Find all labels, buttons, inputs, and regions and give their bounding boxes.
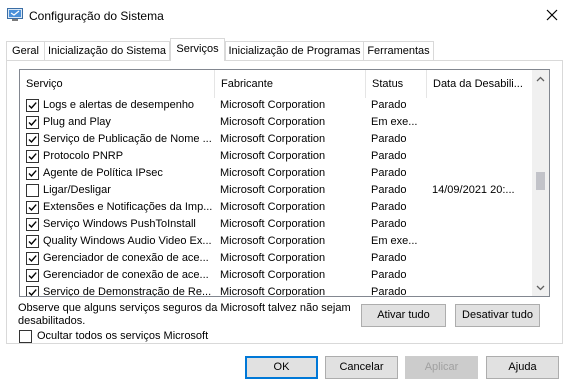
service-name: Plug and Play: [43, 116, 111, 128]
scroll-down-button[interactable]: [532, 279, 549, 296]
title-bar: Configuração do Sistema: [0, 0, 570, 33]
vertical-scrollbar[interactable]: [532, 70, 549, 296]
service-manufacturer: Microsoft Corporation: [220, 218, 326, 230]
column-header-date-disabled[interactable]: Data da Desabili...: [426, 70, 527, 98]
ms-services-note: Observe que alguns serviços seguros da M…: [18, 302, 351, 327]
service-name: Agente de Política IPsec: [43, 167, 163, 179]
service-manufacturer: Microsoft Corporation: [220, 184, 326, 196]
close-icon: [546, 9, 558, 24]
service-checkbox[interactable]: [26, 286, 39, 296]
service-name: Gerenciador de conexão de ace...: [43, 252, 209, 264]
service-name: Ligar/Desligar: [43, 184, 111, 196]
list-item[interactable]: Gerenciador de conexão de ace... Microsof…: [20, 267, 532, 284]
service-status: Parado: [371, 167, 407, 179]
service-status: Parado: [371, 286, 407, 297]
list-item[interactable]: Protocolo PNRP Microsoft Corporation Parad…: [20, 148, 532, 165]
service-name: Gerenciador de conexão de ace...: [43, 269, 209, 281]
tab-strip: Geral Inicialização do Sistema Serviços …: [0, 38, 570, 61]
list-item[interactable]: Serviço de Publicação de Nome ... Microso…: [20, 131, 532, 148]
service-name: Extensões e Notificações da Imp...: [43, 201, 213, 213]
service-checkbox[interactable]: [26, 167, 39, 180]
service-manufacturer: Microsoft Corporation: [220, 167, 326, 179]
list-item[interactable]: Logs e alertas de desempenho Microsoft Co…: [20, 97, 532, 114]
tab-inicializacao-programas[interactable]: Inicialização de Programas: [225, 41, 364, 60]
list-item[interactable]: Plug and Play Microsoft Corporation Em exe…: [20, 114, 532, 131]
service-checkbox[interactable]: [26, 184, 39, 197]
apply-button[interactable]: Aplicar: [405, 356, 478, 379]
service-checkbox[interactable]: [26, 235, 39, 248]
service-manufacturer: Microsoft Corporation: [220, 133, 326, 145]
tab-geral[interactable]: Geral: [6, 41, 45, 60]
tab-servicos[interactable]: Serviços: [170, 38, 225, 61]
service-checkbox[interactable]: [26, 150, 39, 163]
service-checkbox[interactable]: [26, 269, 39, 282]
ok-button[interactable]: OK: [245, 356, 318, 379]
disable-all-button[interactable]: Desativar tudo: [455, 304, 540, 327]
close-button[interactable]: [540, 5, 564, 27]
service-name: Quality Windows Audio Video Ex...: [43, 235, 212, 247]
service-status: Em exe...: [371, 116, 418, 128]
list-header: Serviço Fabricante Status Data da Desabi…: [20, 70, 532, 98]
service-status: Parado: [371, 99, 407, 111]
service-name: Serviço de Publicação de Nome ...: [43, 133, 212, 145]
list-item[interactable]: Extensões e Notificações da Imp... Micros…: [20, 199, 532, 216]
service-status: Parado: [371, 269, 407, 281]
list-item[interactable]: Quality Windows Audio Video Ex... Microso…: [20, 233, 532, 250]
service-manufacturer: Microsoft Corporation: [220, 116, 326, 128]
column-header-manufacturer[interactable]: Fabricante: [214, 70, 365, 98]
service-status: Parado: [371, 184, 407, 196]
service-checkbox[interactable]: [26, 116, 39, 129]
service-checkbox[interactable]: [26, 99, 39, 112]
service-name: Serviço de Demonstração de Re...: [43, 286, 212, 297]
list-item[interactable]: Ligar/Desligar Microsoft Corporation Parad…: [20, 182, 532, 199]
column-header-service[interactable]: Serviço: [20, 70, 214, 98]
service-status: Parado: [371, 201, 407, 213]
enable-all-button[interactable]: Ativar tudo: [361, 304, 446, 327]
system-config-icon: [7, 8, 23, 22]
service-checkbox[interactable]: [26, 252, 39, 265]
service-status: Parado: [371, 218, 407, 230]
service-manufacturer: Microsoft Corporation: [220, 269, 326, 281]
service-status: Parado: [371, 133, 407, 145]
hide-ms-services-label: Ocultar todos os serviços Microsoft: [37, 330, 209, 342]
service-manufacturer: Microsoft Corporation: [220, 235, 326, 247]
services-list[interactable]: Serviço Fabricante Status Data da Desabi…: [19, 69, 550, 297]
service-manufacturer: Microsoft Corporation: [220, 286, 326, 297]
service-name: Protocolo PNRP: [43, 150, 124, 162]
service-manufacturer: Microsoft Corporation: [220, 201, 326, 213]
service-name: Logs e alertas de desempenho: [43, 99, 195, 111]
service-status: Parado: [371, 150, 407, 162]
column-header-status[interactable]: Status: [365, 70, 426, 98]
list-rows: Logs e alertas de desempenho Microsoft Co…: [20, 97, 532, 297]
service-name: Serviço Windows PushToInstall: [43, 218, 196, 230]
list-item[interactable]: Agente de Política IPsec Microsoft Corpor…: [20, 165, 532, 182]
service-checkbox[interactable]: [26, 218, 39, 231]
window-title: Configuração do Sistema: [29, 9, 164, 23]
list-item[interactable]: Gerenciador de conexão de ace... Microsof…: [20, 250, 532, 267]
hide-ms-services-checkbox[interactable]: [19, 330, 32, 343]
cancel-button[interactable]: Cancelar: [325, 356, 398, 379]
service-manufacturer: Microsoft Corporation: [220, 99, 326, 111]
chevron-up-icon: [536, 73, 545, 85]
dialog-button-bar: OK Cancelar Aplicar Ajuda: [0, 349, 570, 386]
list-item[interactable]: Serviço de Demonstração de Re... Microsof…: [20, 284, 532, 297]
service-status: Parado: [371, 252, 407, 264]
service-checkbox[interactable]: [26, 201, 39, 214]
services-panel: Serviço Fabricante Status Data da Desabi…: [6, 60, 563, 344]
help-button[interactable]: Ajuda: [486, 356, 559, 379]
service-checkbox[interactable]: [26, 133, 39, 146]
list-item[interactable]: Serviço Windows PushToInstall Microsoft C…: [20, 216, 532, 233]
service-date-disabled: 14/09/2021 20:...: [432, 184, 515, 196]
scroll-thumb[interactable]: [536, 172, 545, 190]
tab-ferramentas[interactable]: Ferramentas: [363, 41, 434, 60]
chevron-down-icon: [536, 282, 545, 294]
scroll-up-button[interactable]: [532, 70, 549, 87]
tab-inicializacao-sistema[interactable]: Inicialização do Sistema: [44, 41, 170, 60]
service-manufacturer: Microsoft Corporation: [220, 150, 326, 162]
service-manufacturer: Microsoft Corporation: [220, 252, 326, 264]
service-status: Em exe...: [371, 235, 418, 247]
